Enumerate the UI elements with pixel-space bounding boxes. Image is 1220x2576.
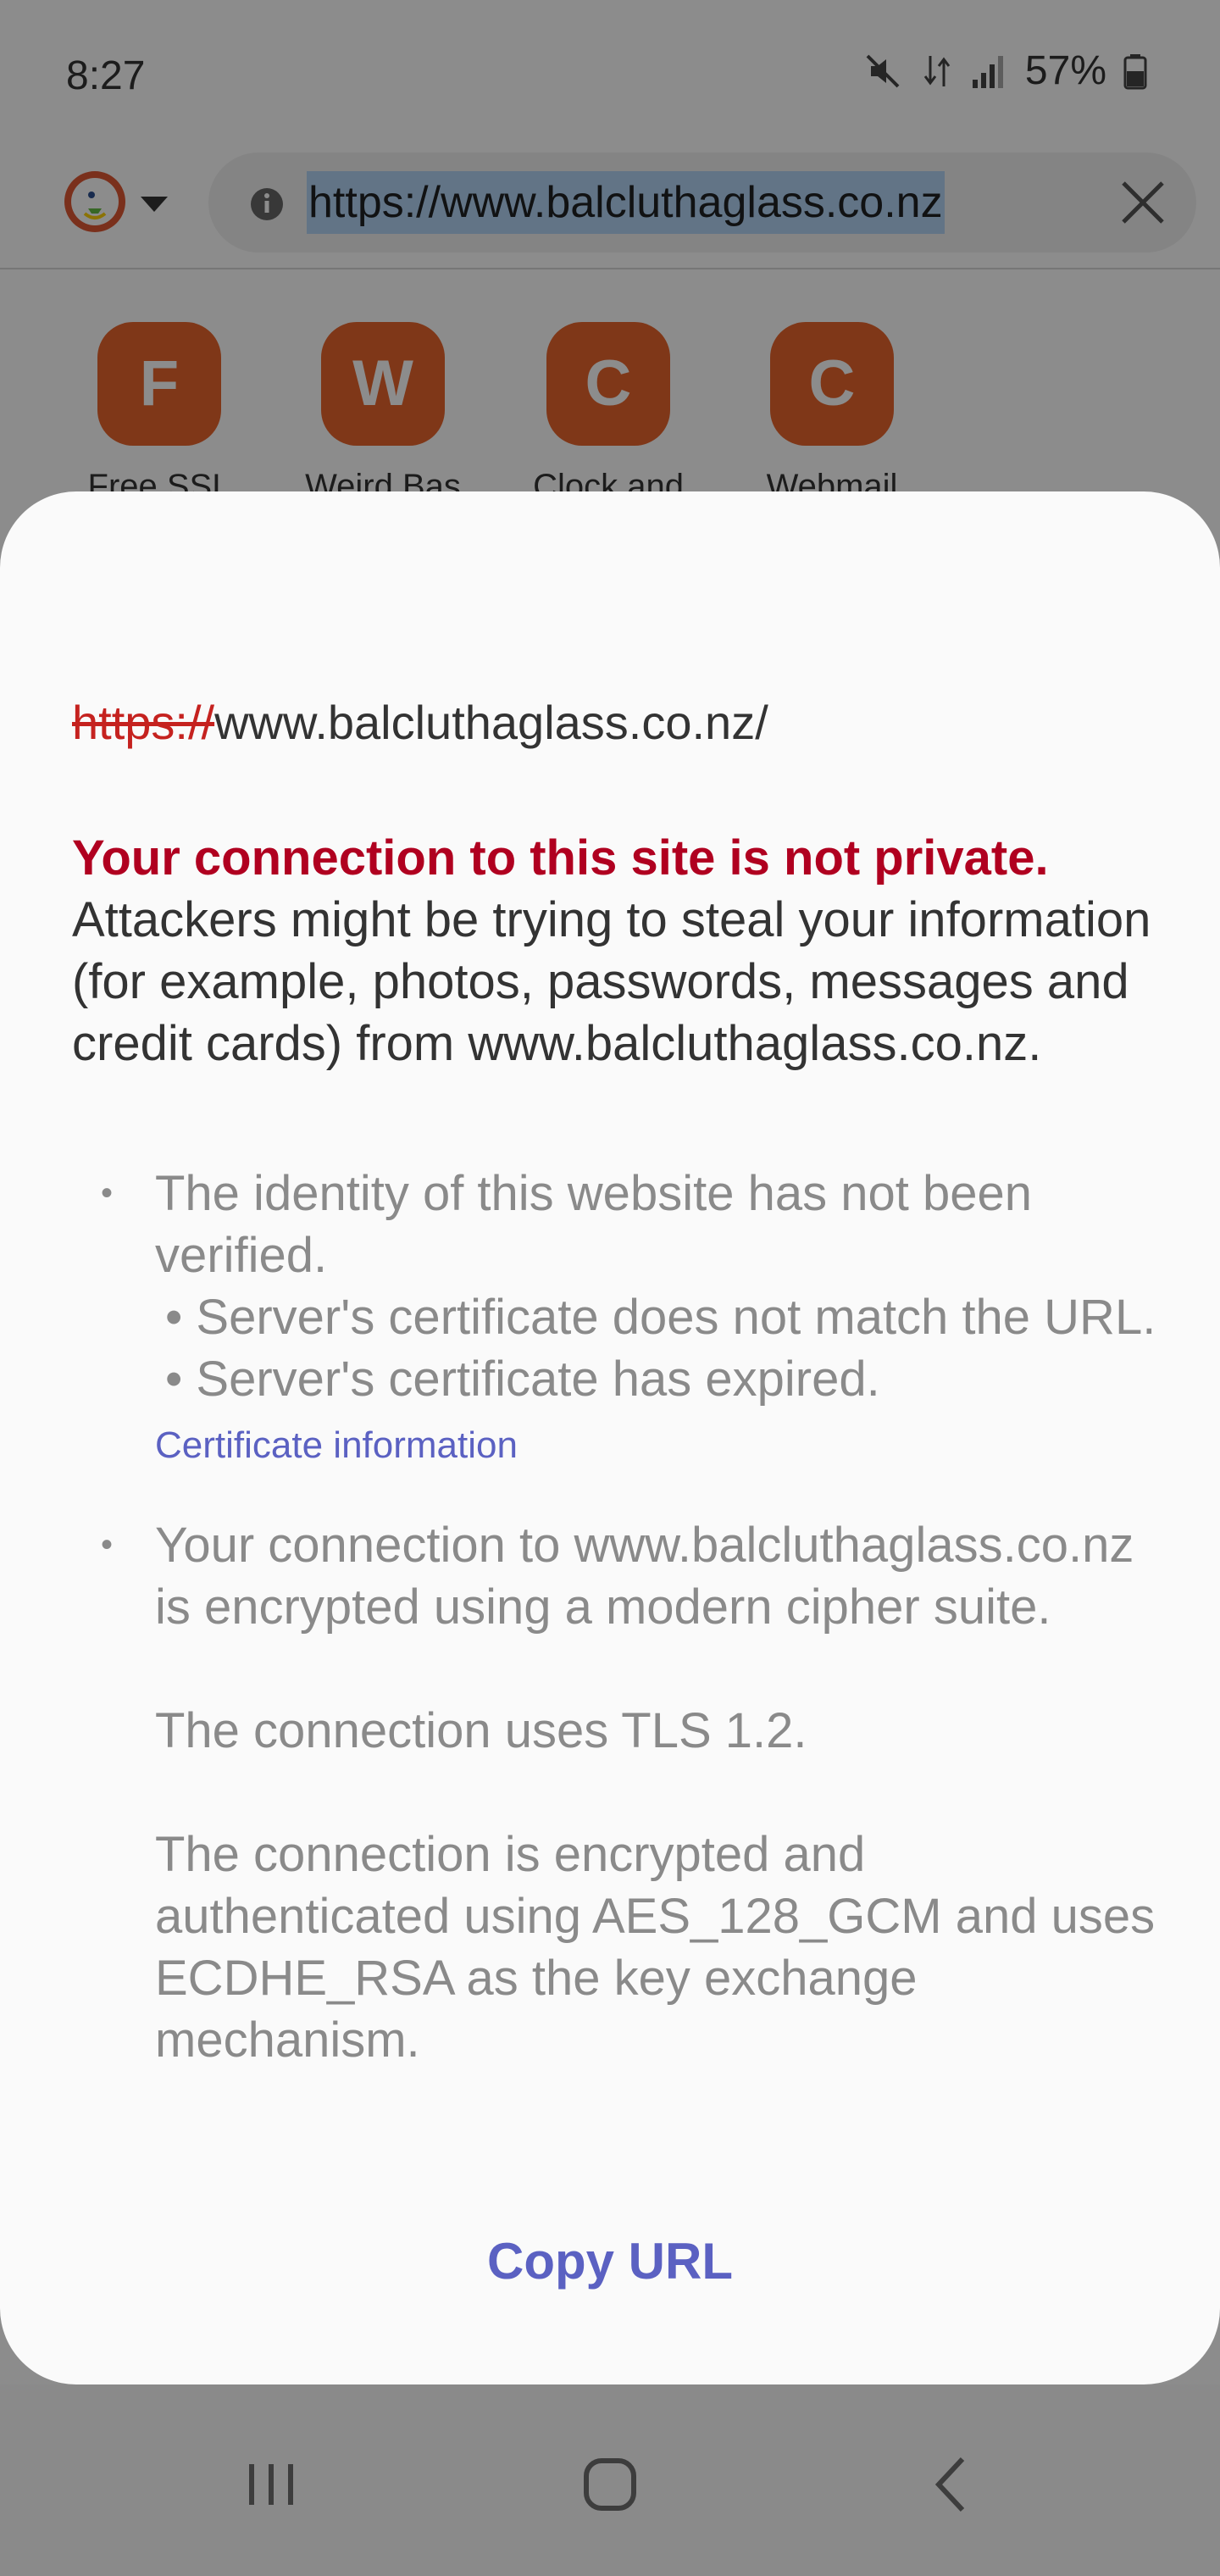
connection-detail: • Your connection to www.balcluthaglass.…: [72, 1514, 1156, 2071]
url-host: www.balcluthaglass.co.nz/: [214, 696, 768, 749]
sheet-url: https://www.balcluthaglass.co.nz/: [72, 695, 768, 750]
identity-reason: • Server's certificate has expired.: [165, 1352, 880, 1407]
copy-url-button[interactable]: Copy URL: [0, 2232, 1220, 2290]
connection-cipher: The connection is encrypted and authenti…: [155, 1827, 1156, 2068]
navigation-bar: [0, 2384, 1220, 2576]
warning-body: Attackers might be trying to steal your …: [72, 892, 1151, 1071]
back-icon[interactable]: [918, 2451, 986, 2518]
connection-encryption: Your connection to www.balcluthaglass.co…: [155, 1518, 1134, 1635]
list-bullet: •: [101, 1174, 114, 1212]
recent-apps-icon[interactable]: [237, 2451, 305, 2518]
home-icon[interactable]: [576, 2451, 644, 2518]
identity-detail: • The identity of this website has not b…: [72, 1163, 1156, 1472]
list-bullet: •: [101, 1526, 114, 1563]
certificate-info-link[interactable]: Certificate information: [155, 1420, 518, 1471]
url-scheme-struck: https://: [72, 696, 215, 749]
security-details: • The identity of this website has not b…: [72, 1163, 1156, 2071]
identity-main: The identity of this website has not bee…: [155, 1166, 1032, 1283]
identity-reason: • Server's certificate does not match th…: [165, 1290, 1156, 1345]
warning-title: Your connection to this site is not priv…: [72, 830, 1049, 886]
security-info-sheet: https://www.balcluthaglass.co.nz/ Your c…: [0, 491, 1220, 2384]
privacy-warning: Your connection to this site is not priv…: [72, 827, 1165, 1074]
connection-tls: The connection uses TLS 1.2.: [155, 1703, 807, 1758]
